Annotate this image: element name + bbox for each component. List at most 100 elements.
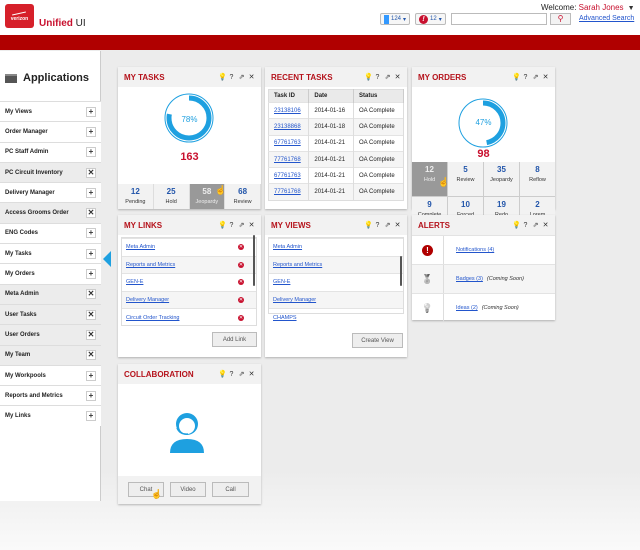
popout-icon[interactable]: ⇗ xyxy=(384,221,391,229)
add-icon[interactable]: + xyxy=(86,147,96,158)
search-icon: ⚲ xyxy=(557,14,564,23)
my-links-link[interactable]: GEN-E xyxy=(126,279,143,285)
popout-icon[interactable]: ⇗ xyxy=(238,370,245,378)
widget-header: RECENT TASKS 💡? ⇗ ✕ xyxy=(265,67,407,87)
alerts-dropdown[interactable]: ! 12 ▾ xyxy=(415,13,446,25)
close-icon[interactable]: ✕ xyxy=(394,221,401,229)
sidebar-item-my-views[interactable]: My Views + xyxy=(0,101,101,122)
task-id-link[interactable]: 23138106 xyxy=(274,108,301,114)
add-icon[interactable]: + xyxy=(86,390,96,401)
remove-icon[interactable]: ✕ xyxy=(238,297,244,304)
add-icon[interactable]: + xyxy=(86,126,96,137)
close-icon[interactable]: ✕ xyxy=(248,221,255,229)
close-icon[interactable]: ✕ xyxy=(248,73,255,81)
my-views-link[interactable]: Delivery Manager xyxy=(273,297,316,303)
alert-link[interactable]: Ideas (2) xyxy=(456,305,478,311)
task-id-link[interactable]: 23138868 xyxy=(274,124,301,130)
sidebar-item-user-orders[interactable]: User Orders ✕ xyxy=(0,324,101,345)
popout-icon[interactable]: ⇗ xyxy=(532,221,539,229)
remove-icon[interactable]: ✕ xyxy=(86,309,96,320)
popout-icon[interactable]: ⇗ xyxy=(532,73,539,81)
scrollbar[interactable] xyxy=(253,235,255,275)
help-icon[interactable]: ? xyxy=(228,222,235,229)
remove-icon[interactable]: ✕ xyxy=(238,314,244,321)
remove-icon[interactable]: ✕ xyxy=(238,279,244,286)
my-links-link[interactable]: Meta Admin xyxy=(126,244,155,250)
sidebar-item-eng-codes[interactable]: ENG Codes + xyxy=(0,222,101,244)
add-icon[interactable]: + xyxy=(86,106,96,117)
alert-link[interactable]: Badges (3) xyxy=(456,276,483,282)
sidebar-item-meta-admin[interactable]: Meta Admin ✕ xyxy=(0,283,101,304)
help-icon[interactable]: ? xyxy=(522,74,529,81)
order-stat-jeopardy[interactable]: 35 Jeopardy xyxy=(484,162,519,196)
remove-icon[interactable]: ✕ xyxy=(238,261,244,268)
video-button[interactable]: Video xyxy=(170,482,206,497)
add-icon[interactable]: + xyxy=(86,248,96,259)
sidebar-item-user-tasks[interactable]: User Tasks ✕ xyxy=(0,303,101,325)
add-icon[interactable]: + xyxy=(86,370,96,381)
help-icon[interactable]: ? xyxy=(374,222,381,229)
remove-icon[interactable]: ✕ xyxy=(86,350,96,361)
help-icon[interactable]: ? xyxy=(228,74,235,81)
remove-icon[interactable]: ✕ xyxy=(86,329,96,340)
popout-icon[interactable]: ⇗ xyxy=(238,73,245,81)
popout-icon[interactable]: ⇗ xyxy=(238,221,245,229)
brand-bar xyxy=(0,35,640,50)
remove-icon[interactable]: ✕ xyxy=(86,289,96,300)
search-input[interactable] xyxy=(451,13,547,25)
task-stat-hold[interactable]: 25 Hold xyxy=(153,184,190,209)
add-icon[interactable]: + xyxy=(86,228,96,239)
order-stat-review[interactable]: 5 Review xyxy=(448,162,483,196)
sidebar-item-my-orders[interactable]: My Orders + xyxy=(0,263,101,284)
task-stat-pending[interactable]: 12 Pending xyxy=(118,184,154,209)
my-views-link[interactable]: CHAMPS xyxy=(273,315,297,321)
add-icon[interactable]: + xyxy=(86,187,96,198)
remove-icon[interactable]: ✕ xyxy=(238,244,244,251)
remove-icon[interactable]: ✕ xyxy=(86,208,96,219)
sidebar-item-order-manager[interactable]: Order Manager + xyxy=(0,121,101,142)
sidebar-item-pc-staff-admin[interactable]: PC Staff Admin + xyxy=(0,141,101,162)
alert-link[interactable]: Notifications (4) xyxy=(456,247,494,253)
my-links-link[interactable]: Reports and Metrics xyxy=(126,262,175,268)
close-icon[interactable]: ✕ xyxy=(542,221,549,229)
sidebar-item-delivery-manager[interactable]: Delivery Manager + xyxy=(0,182,101,203)
close-icon[interactable]: ✕ xyxy=(542,73,549,81)
welcome-menu[interactable]: Welcome: Sarah Jones ▼ xyxy=(541,3,635,12)
task-id-link[interactable]: 67761763 xyxy=(274,173,301,179)
add-icon[interactable]: + xyxy=(86,269,96,280)
popout-icon[interactable]: ⇗ xyxy=(384,73,391,81)
sidebar-item-pc-circuit-inventory[interactable]: PC Circuit Inventory ✕ xyxy=(0,161,101,183)
scrollbar[interactable] xyxy=(400,256,402,286)
sidebar-item-reports-and-metrics[interactable]: Reports and Metrics + xyxy=(0,385,101,406)
my-views-link[interactable]: GEN-E xyxy=(273,279,290,285)
search-button[interactable]: ⚲ xyxy=(550,13,571,25)
add-icon[interactable]: + xyxy=(86,411,96,422)
close-icon[interactable]: ✕ xyxy=(248,370,255,378)
sidebar-item-my-tasks[interactable]: My Tasks + xyxy=(0,243,101,264)
help-icon[interactable]: ? xyxy=(228,371,235,378)
my-links-link[interactable]: Circuit Order Tracking xyxy=(126,315,180,321)
add-link-button[interactable]: Add Link xyxy=(212,332,257,347)
documents-dropdown[interactable]: 124 ▾ xyxy=(380,13,411,25)
task-stat-review[interactable]: 68 Review xyxy=(225,184,261,209)
sidebar-item-my-workpools[interactable]: My Workpools + xyxy=(0,364,101,386)
call-button[interactable]: Call xyxy=(212,482,249,497)
task-id-link[interactable]: 77761768 xyxy=(274,189,301,195)
remove-icon[interactable]: ✕ xyxy=(86,167,96,178)
task-id-link[interactable]: 67761763 xyxy=(274,140,301,146)
order-stat-reflow[interactable]: 8 Reflow xyxy=(520,162,555,196)
advanced-search-link[interactable]: Advanced Search xyxy=(579,15,634,22)
task-id-link[interactable]: 77761768 xyxy=(274,157,301,163)
sidebar-item-access-grooms-order[interactable]: Access Grooms Order ✕ xyxy=(0,202,101,223)
my-views-link[interactable]: Meta Admin xyxy=(273,244,302,250)
help-icon[interactable]: ? xyxy=(374,74,381,81)
sidebar-item-my-team[interactable]: My Team ✕ xyxy=(0,344,101,365)
create-view-button[interactable]: Create View xyxy=(352,333,403,348)
chevron-down-icon: ▾ xyxy=(403,16,407,23)
table-row: 67761763 2014-01-21 OA Complete xyxy=(268,167,404,184)
my-links-link[interactable]: Delivery Manager xyxy=(126,297,169,303)
help-icon[interactable]: ? xyxy=(522,222,529,229)
my-views-link[interactable]: Reports and Metrics xyxy=(273,262,322,268)
close-icon[interactable]: ✕ xyxy=(394,73,401,81)
sidebar-item-my-links[interactable]: My Links + xyxy=(0,405,101,426)
